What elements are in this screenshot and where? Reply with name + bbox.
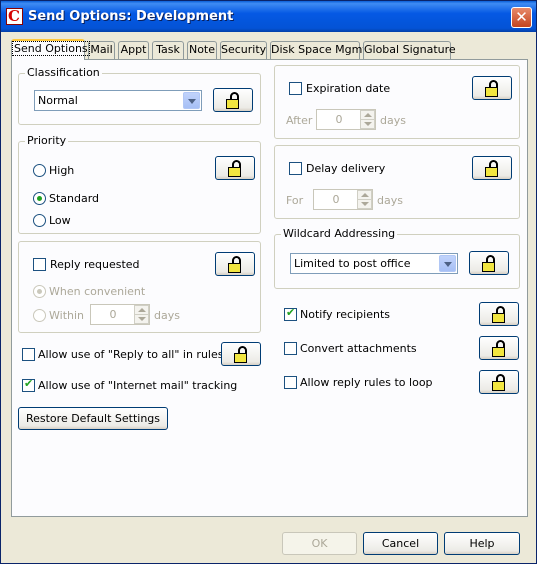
expiration-lock-button[interactable] bbox=[472, 76, 512, 100]
when-convenient-radio[interactable] bbox=[33, 285, 46, 298]
classification-label: Classification bbox=[25, 66, 102, 79]
cancel-button[interactable]: Cancel bbox=[363, 532, 438, 555]
tab-mail[interactable]: Mail bbox=[88, 41, 115, 59]
send-options-dialog: C Send Options: Development ✕ Send Optio… bbox=[0, 0, 537, 564]
delay-for-label: For bbox=[286, 194, 304, 207]
delay-days-value: 0 bbox=[332, 193, 340, 206]
priority-low-radio[interactable] bbox=[33, 214, 46, 227]
within-radio[interactable] bbox=[33, 309, 46, 322]
within-days-spinner[interactable]: 0 bbox=[90, 304, 150, 325]
padlock-unlocked-icon bbox=[485, 160, 500, 177]
chevron-down-icon[interactable] bbox=[439, 255, 456, 272]
priority-low-label: Low bbox=[49, 214, 71, 227]
when-convenient-label: When convenient bbox=[49, 285, 146, 298]
tab-task[interactable]: Task bbox=[152, 41, 184, 59]
delay-days-unit: days bbox=[377, 194, 403, 207]
reply-rules-loop-checkbox[interactable] bbox=[284, 376, 297, 389]
wildcard-addressing-group: Wildcard Addressing Limited to post offi… bbox=[274, 227, 520, 289]
within-label: Within bbox=[49, 309, 85, 322]
padlock-unlocked-icon bbox=[228, 256, 243, 273]
tab-appt[interactable]: Appt bbox=[118, 41, 149, 59]
priority-standard-radio[interactable] bbox=[33, 192, 46, 205]
internet-tracking-label: Allow use of "Internet mail" tracking bbox=[38, 379, 238, 392]
reply-to-all-lock-button[interactable] bbox=[221, 342, 261, 366]
padlock-unlocked-icon bbox=[485, 80, 500, 97]
padlock-unlocked-icon bbox=[482, 255, 497, 272]
reply-lock-button[interactable] bbox=[215, 252, 255, 276]
reply-to-all-checkbox[interactable] bbox=[22, 348, 35, 361]
reply-requested-label: Reply requested bbox=[50, 258, 140, 271]
expiration-group: Expiration date After 0 days bbox=[274, 65, 520, 139]
delay-days-spinner[interactable]: 0 bbox=[313, 189, 373, 210]
delay-lock-button[interactable] bbox=[472, 156, 512, 180]
spinner-down-icon[interactable] bbox=[357, 199, 372, 209]
padlock-unlocked-icon bbox=[234, 346, 249, 363]
title-bar[interactable]: C Send Options: Development ✕ bbox=[1, 1, 536, 32]
reply-to-all-label: Allow use of "Reply to all" in rules bbox=[38, 348, 224, 361]
wildcard-lock-button[interactable] bbox=[469, 251, 509, 275]
window-title: Send Options: Development bbox=[28, 9, 234, 24]
delay-delivery-label: Delay delivery bbox=[306, 162, 386, 175]
internet-tracking-checkbox[interactable] bbox=[22, 377, 35, 392]
reply-requested-group: Reply requested When convenient Within 0… bbox=[18, 241, 261, 333]
classification-lock-button[interactable] bbox=[213, 88, 253, 112]
notify-recipients-label: Notify recipients bbox=[300, 308, 390, 321]
wildcard-addressing-select[interactable]: Limited to post office bbox=[290, 253, 458, 274]
convert-attachments-checkbox[interactable] bbox=[284, 342, 297, 355]
priority-high-radio[interactable] bbox=[33, 164, 46, 177]
notify-lock-button[interactable] bbox=[479, 302, 519, 326]
tab-global-signature[interactable]: Global Signature bbox=[363, 41, 456, 59]
help-button[interactable]: Help bbox=[444, 532, 520, 555]
tab-send-options[interactable]: Send Options bbox=[11, 39, 90, 60]
expiration-days-value: 0 bbox=[335, 113, 343, 126]
priority-label: Priority bbox=[25, 134, 69, 147]
priority-standard-label: Standard bbox=[49, 192, 100, 205]
padlock-unlocked-icon bbox=[492, 306, 507, 323]
wildcard-addressing-value: Limited to post office bbox=[294, 257, 411, 270]
padlock-unlocked-icon bbox=[226, 92, 241, 109]
reply-rules-loop-label: Allow reply rules to loop bbox=[300, 376, 433, 389]
padlock-unlocked-icon bbox=[492, 340, 507, 357]
reply-requested-checkbox[interactable] bbox=[33, 258, 46, 271]
tab-panel: Classification Normal Priority High Stan… bbox=[11, 59, 528, 517]
expiration-date-label: Expiration date bbox=[306, 82, 391, 95]
tab-note[interactable]: Note bbox=[187, 41, 217, 59]
convert-attachments-label: Convert attachments bbox=[300, 342, 417, 355]
notify-recipients-checkbox[interactable] bbox=[284, 306, 297, 321]
classification-group: Classification Normal bbox=[18, 66, 261, 125]
padlock-unlocked-icon bbox=[492, 374, 507, 391]
wildcard-addressing-label: Wildcard Addressing bbox=[281, 227, 398, 240]
priority-lock-button[interactable] bbox=[215, 156, 255, 180]
expiration-after-label: After bbox=[286, 114, 313, 127]
padlock-unlocked-icon bbox=[228, 160, 243, 177]
tab-disk-space-mgmt[interactable]: Disk Space Mgmt bbox=[270, 41, 367, 59]
delay-delivery-group: Delay delivery For 0 days bbox=[274, 145, 520, 219]
spinner-down-icon[interactable] bbox=[134, 314, 149, 324]
priority-group: Priority High Standard Low bbox=[18, 134, 261, 234]
ok-button[interactable]: OK bbox=[282, 532, 357, 555]
priority-high-label: High bbox=[49, 164, 75, 177]
chevron-down-icon[interactable] bbox=[183, 92, 200, 109]
tab-security[interactable]: Security bbox=[220, 41, 267, 59]
classification-select[interactable]: Normal bbox=[34, 90, 202, 111]
expiration-days-unit: days bbox=[380, 114, 406, 127]
expiration-date-checkbox[interactable] bbox=[289, 82, 302, 95]
convert-lock-button[interactable] bbox=[479, 336, 519, 360]
close-button[interactable]: ✕ bbox=[511, 7, 532, 28]
expiration-days-spinner[interactable]: 0 bbox=[316, 109, 376, 130]
restore-defaults-button[interactable]: Restore Default Settings bbox=[18, 407, 168, 430]
app-logo-icon: C bbox=[6, 7, 23, 25]
within-days-value: 0 bbox=[109, 308, 117, 321]
reply-loop-lock-button[interactable] bbox=[479, 370, 519, 394]
delay-delivery-checkbox[interactable] bbox=[289, 162, 302, 175]
spinner-down-icon[interactable] bbox=[360, 119, 375, 129]
within-days-unit: days bbox=[154, 309, 180, 322]
classification-value: Normal bbox=[38, 94, 78, 107]
